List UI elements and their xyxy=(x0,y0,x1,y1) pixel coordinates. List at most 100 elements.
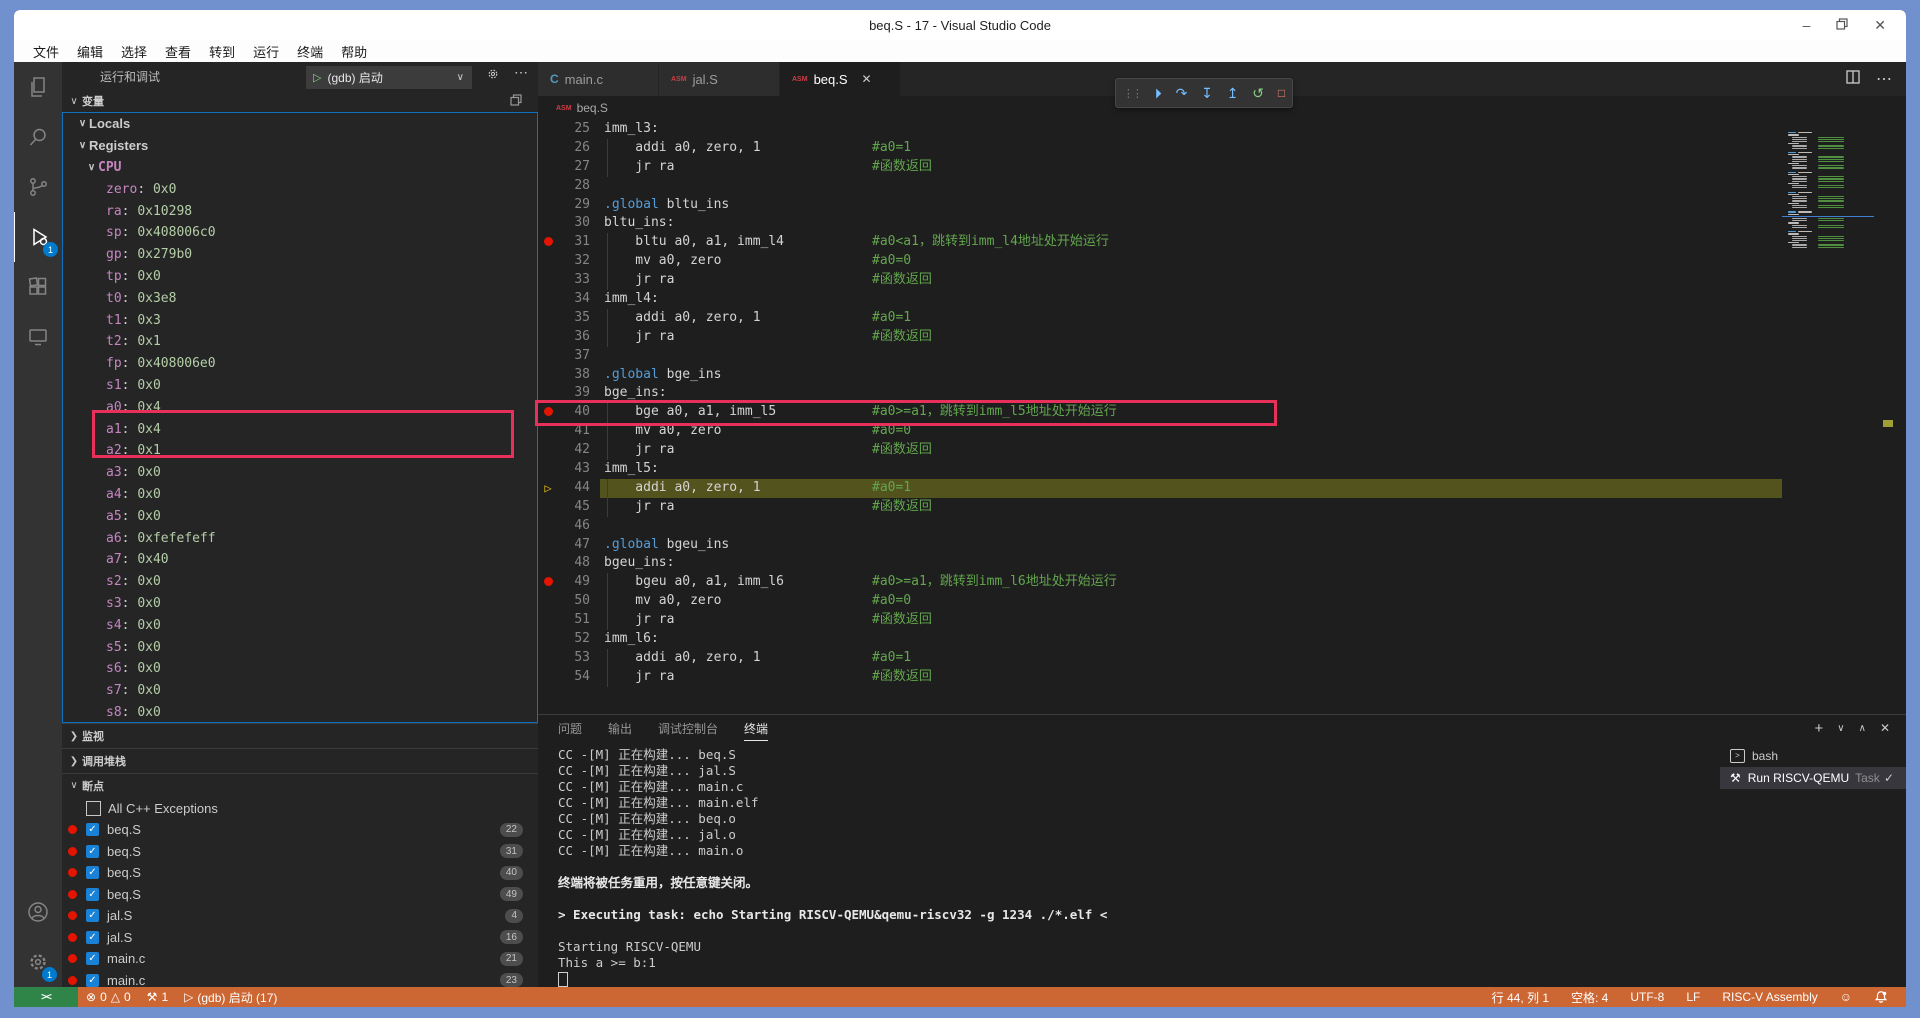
register-row[interactable]: a2: 0x1 xyxy=(63,440,537,462)
code-line[interactable]: 38.global bge_ins xyxy=(538,366,1906,385)
register-row[interactable]: gp: 0x279b0 xyxy=(63,244,537,266)
code-line[interactable]: 47.global bgeu_ins xyxy=(538,536,1906,555)
gutter[interactable] xyxy=(538,441,558,460)
code-line[interactable]: 25imm_l3: xyxy=(538,120,1906,139)
debug-status[interactable]: ▷ (gdb) 启动 (17) xyxy=(176,989,285,1006)
gutter[interactable] xyxy=(538,630,558,649)
gutter[interactable] xyxy=(538,290,558,309)
code-line[interactable]: ▷44 addi a0, zero, 1#a0=1 xyxy=(538,479,1906,498)
register-row[interactable]: s4: 0x0 xyxy=(63,614,537,636)
call-stack-section-header[interactable]: ❯ 调用堆栈 xyxy=(62,748,538,773)
checkbox-checked-icon[interactable]: ✓ xyxy=(86,974,99,987)
code-line[interactable]: 26 addi a0, zero, 1#a0=1 xyxy=(538,139,1906,158)
register-row[interactable]: s8: 0x0 xyxy=(63,702,537,723)
status-item[interactable]: 空格: 4 xyxy=(1563,989,1616,1006)
gutter[interactable] xyxy=(538,214,558,233)
gutter[interactable] xyxy=(538,309,558,328)
panel-tab-问题[interactable]: 问题 xyxy=(558,716,582,741)
activity-extensions-icon[interactable] xyxy=(14,262,62,312)
gutter[interactable] xyxy=(538,120,558,139)
panel-tab-输出[interactable]: 输出 xyxy=(608,716,632,741)
restart-button[interactable]: ↺ xyxy=(1252,85,1264,102)
code-line[interactable]: 39bge_ins: xyxy=(538,384,1906,403)
code-line[interactable]: 51 jr ra#函数返回 xyxy=(538,611,1906,630)
gutter[interactable] xyxy=(538,554,558,573)
gutter[interactable] xyxy=(538,573,558,592)
code-line[interactable]: 36 jr ra#函数返回 xyxy=(538,328,1906,347)
gutter[interactable] xyxy=(538,460,558,479)
register-row[interactable]: ra: 0x10298 xyxy=(63,200,537,222)
code-line[interactable]: 54 jr ra#函数返回 xyxy=(538,668,1906,687)
gutter[interactable] xyxy=(538,592,558,611)
gutter[interactable] xyxy=(538,517,558,536)
gutter[interactable] xyxy=(538,611,558,630)
code-line[interactable]: 41 mv a0, zero#a0=0 xyxy=(538,422,1906,441)
register-row[interactable]: t0: 0x3e8 xyxy=(63,287,537,309)
breakpoint-row[interactable]: ✓jal.S4 xyxy=(62,905,538,927)
code-line[interactable]: 52imm_l6: xyxy=(538,630,1906,649)
checkbox-checked-icon[interactable]: ✓ xyxy=(86,888,99,901)
checkbox-checked-icon[interactable]: ✓ xyxy=(86,952,99,965)
gutter[interactable] xyxy=(538,177,558,196)
register-row[interactable]: a6: 0xfefefeff xyxy=(63,527,537,549)
minimap[interactable] xyxy=(1782,120,1880,714)
terminal-output[interactable]: CC -[M] 正在构建... beq.SCC -[M] 正在构建... jal… xyxy=(538,741,1720,987)
register-row[interactable]: t2: 0x1 xyxy=(63,331,537,353)
close-icon[interactable]: ✕ xyxy=(1880,721,1890,735)
plus-icon[interactable]: + xyxy=(1815,720,1824,737)
breakpoint-row[interactable]: ✓main.c21 xyxy=(62,948,538,970)
gutter[interactable] xyxy=(538,347,558,366)
code-line[interactable]: 34imm_l4: xyxy=(538,290,1906,309)
menu-item-转到[interactable]: 转到 xyxy=(200,42,244,61)
activity-source-control-icon[interactable] xyxy=(14,162,62,212)
register-row[interactable]: fp: 0x408006e0 xyxy=(63,353,537,375)
register-row[interactable]: s6: 0x0 xyxy=(63,658,537,680)
checkbox-checked-icon[interactable]: ✓ xyxy=(86,931,99,944)
register-row[interactable]: s7: 0x0 xyxy=(63,680,537,702)
menu-item-编辑[interactable]: 编辑 xyxy=(68,42,112,61)
register-group-cpu[interactable]: ∨CPU xyxy=(63,157,537,179)
gutter[interactable] xyxy=(538,366,558,385)
step-out-button[interactable]: ↥ xyxy=(1227,85,1239,102)
gutter[interactable] xyxy=(538,668,558,687)
problems-status[interactable]: ⊗ 0 △ 0 xyxy=(78,990,139,1004)
gutter[interactable] xyxy=(538,233,558,252)
register-row[interactable]: a3: 0x0 xyxy=(63,462,537,484)
gutter[interactable] xyxy=(538,271,558,290)
menu-item-选择[interactable]: 选择 xyxy=(112,42,156,61)
checkbox-checked-icon[interactable]: ✓ xyxy=(86,866,99,879)
gutter[interactable] xyxy=(538,536,558,555)
code-line[interactable]: 29.global bltu_ins xyxy=(538,196,1906,215)
checkbox-checked-icon[interactable]: ✓ xyxy=(86,823,99,836)
breakpoint-row[interactable]: ✓beq.S22 xyxy=(62,819,538,841)
code-line[interactable]: 53 addi a0, zero, 1#a0=1 xyxy=(538,649,1906,668)
breakpoint-row[interactable]: ✓beq.S40 xyxy=(62,862,538,884)
activity-settings-icon[interactable]: 1 xyxy=(14,937,62,987)
gear-icon[interactable] xyxy=(486,67,500,86)
chevron-up-icon[interactable]: ∧ xyxy=(1859,723,1866,734)
maximize-button[interactable] xyxy=(1836,18,1848,32)
activity-debug-icon[interactable]: 1 xyxy=(14,212,63,262)
code-line[interactable]: 27 jr ra#函数返回 xyxy=(538,158,1906,177)
register-row[interactable]: a1: 0x4 xyxy=(63,418,537,440)
activity-remote-icon[interactable] xyxy=(14,312,62,362)
menu-item-终端[interactable]: 终端 xyxy=(288,42,332,61)
breakpoint-row[interactable]: ✓beq.S49 xyxy=(62,884,538,906)
panel-tab-终端[interactable]: 终端 xyxy=(744,716,768,741)
code-line[interactable]: 42 jr ra#函数返回 xyxy=(538,441,1906,460)
gutter[interactable] xyxy=(538,328,558,347)
code-line[interactable]: 43imm_l5: xyxy=(538,460,1906,479)
panel-icon[interactable] xyxy=(510,94,522,109)
code-line[interactable]: 28 xyxy=(538,177,1906,196)
activity-explorer-icon[interactable] xyxy=(14,62,62,112)
panel-tab-调试控制台[interactable]: 调试控制台 xyxy=(658,716,718,741)
gutter[interactable] xyxy=(538,139,558,158)
code-line[interactable]: 32 mv a0, zero#a0=0 xyxy=(538,252,1906,271)
gutter[interactable] xyxy=(538,252,558,271)
continue-button[interactable]: ⏵ xyxy=(1155,85,1162,102)
code-line[interactable]: 46 xyxy=(538,517,1906,536)
gutter[interactable] xyxy=(538,158,558,177)
code-line[interactable]: 33 jr ra#函数返回 xyxy=(538,271,1906,290)
register-row[interactable]: tp: 0x0 xyxy=(63,266,537,288)
gutter[interactable] xyxy=(538,422,558,441)
